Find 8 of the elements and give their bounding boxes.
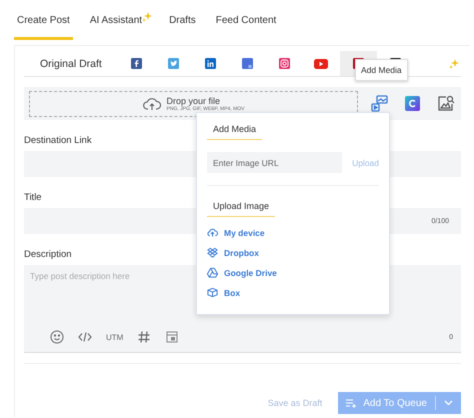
description-placeholder: Type post description here <box>30 271 130 281</box>
popup-section-title: Add Media <box>207 124 262 140</box>
drop-title: Drop your file <box>166 96 222 106</box>
tooltip: Add Media <box>355 59 408 81</box>
field-label: Destination Link <box>24 135 92 146</box>
field-label: Description <box>24 249 72 260</box>
field-label: Title <box>24 192 42 203</box>
popup-section-title: Upload Image <box>207 201 276 217</box>
